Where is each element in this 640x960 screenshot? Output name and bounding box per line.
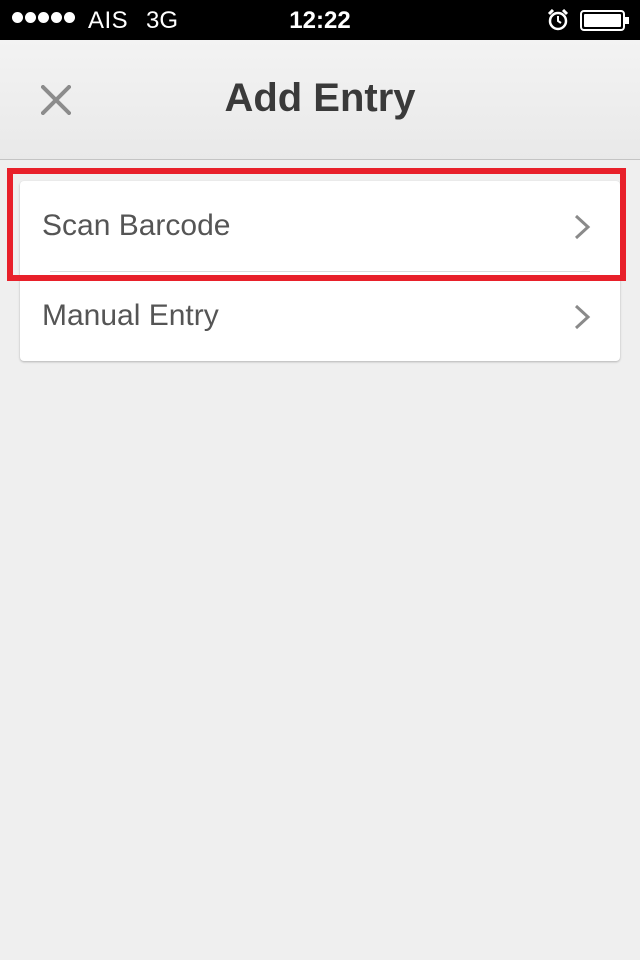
manual-entry-label: Manual Entry xyxy=(42,299,219,332)
alarm-icon xyxy=(547,9,569,31)
entry-options-list: Scan Barcode Manual Entry xyxy=(20,181,620,361)
page-title: Add Entry xyxy=(224,76,416,120)
manual-entry-row[interactable]: Manual Entry xyxy=(20,271,620,361)
status-time: 12:22 xyxy=(289,7,351,34)
status-bar: AIS 3G 12:22 xyxy=(0,0,640,40)
scan-barcode-label: Scan Barcode xyxy=(42,209,231,242)
chevron-right-icon xyxy=(574,214,591,240)
battery-icon xyxy=(580,10,629,31)
chevron-right-icon xyxy=(574,304,591,330)
navigation-bar: Add Entry xyxy=(0,40,640,160)
scan-barcode-row[interactable]: Scan Barcode xyxy=(20,181,620,272)
